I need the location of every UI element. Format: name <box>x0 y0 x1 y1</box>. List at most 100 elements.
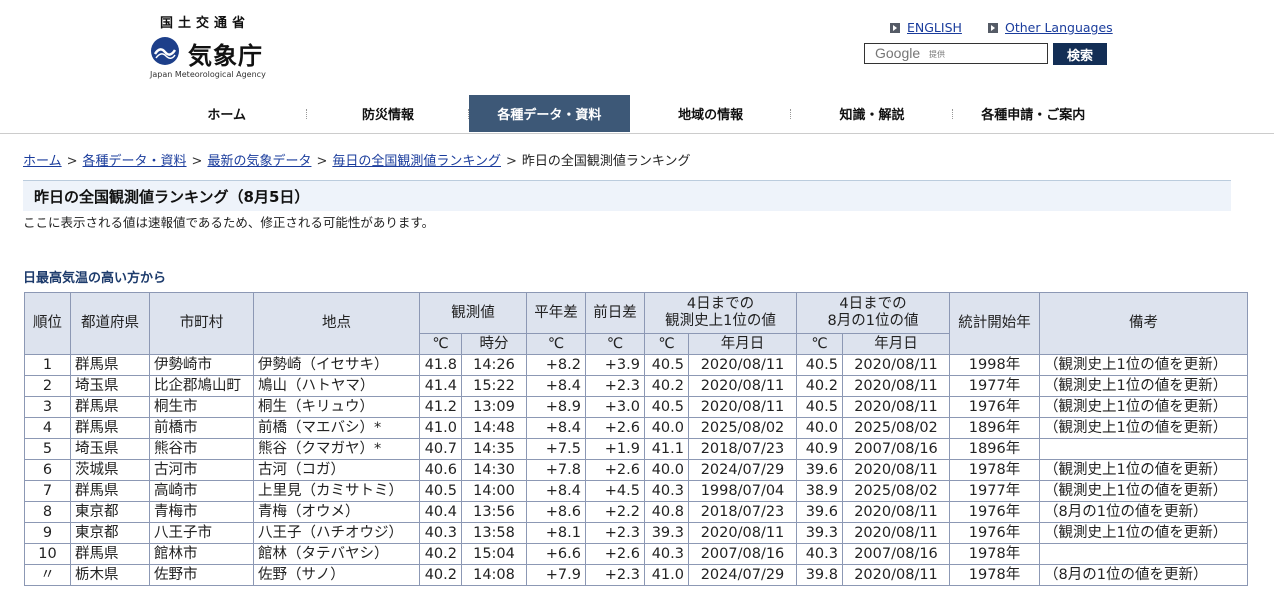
cell-remarks: （8月の1位の値を更新） <box>1039 564 1248 586</box>
cell-record-august-date: 2025/08/02 <box>842 480 950 502</box>
nav-applications[interactable]: 各種申請・ご案内 <box>953 95 1114 132</box>
agency-logo-text[interactable]: 気象庁 <box>188 36 263 71</box>
table-row: 1 群馬県 伊勢崎市 伊勢崎（イセサキ） 41.8 14:26 +8.2 +3.9 40.5 20… <box>24 354 1248 376</box>
cell-prev-diff: +2.2 <box>585 501 645 523</box>
header-prefecture: 都道府県 <box>70 292 150 355</box>
cell-record-all: 40.2 <box>644 375 689 397</box>
section-title: 日最高気温の高い方から <box>23 271 167 286</box>
other-languages-link-container: Other Languages <box>988 20 1113 35</box>
cell-normal-diff: +8.4 <box>526 417 586 439</box>
cell-prev-diff: +2.6 <box>585 543 645 565</box>
cell-prev-diff: +2.3 <box>585 564 645 586</box>
cell-record-all: 40.3 <box>644 543 689 565</box>
arrow-icon <box>890 22 900 33</box>
cell-start-year: 1977年 <box>949 375 1040 397</box>
breadcrumb-daily-ranking[interactable]: 毎日の全国観測値ランキング <box>332 154 501 169</box>
cell-city: 高崎市 <box>149 480 254 502</box>
subheader-time: 時分 <box>461 333 527 355</box>
header-record-august: 4日までの 8月の1位の値 <box>796 292 950 334</box>
cell-record-all: 41.1 <box>644 438 689 460</box>
nav-home[interactable]: ホーム <box>146 95 308 132</box>
cell-start-year: 1976年 <box>949 396 1040 418</box>
cell-prev-diff: +4.5 <box>585 480 645 502</box>
cell-remarks: （観測史上1位の値を更新） <box>1039 459 1248 481</box>
nav-data[interactable]: 各種データ・資料 <box>468 95 630 132</box>
breadcrumb-latest-weather[interactable]: 最新の気象データ <box>207 154 311 169</box>
cell-point: 館林（タテバヤシ） <box>253 543 420 565</box>
breadcrumb-home[interactable]: ホーム <box>23 154 62 169</box>
cell-start-year: 1896年 <box>949 417 1040 439</box>
cell-record-august: 40.0 <box>796 417 843 439</box>
cell-prev-diff: +2.3 <box>585 522 645 544</box>
table-row: 10 群馬県 館林市 館林（タテバヤシ） 40.2 15:04 +6.6 +2.6 40.3 20… <box>24 543 1248 565</box>
header-observed: 観測値 <box>419 292 527 334</box>
search-button[interactable]: 検索 <box>1053 43 1107 65</box>
cell-record-all: 40.3 <box>644 480 689 502</box>
cell-prefecture: 東京都 <box>70 522 150 544</box>
cell-record-august-date: 2020/08/11 <box>842 396 950 418</box>
cell-point: 伊勢崎（イセサキ） <box>253 354 420 376</box>
cell-record-all-date: 2007/08/16 <box>688 543 797 565</box>
cell-prev-diff: +2.6 <box>585 417 645 439</box>
cell-temp: 40.2 <box>419 564 462 586</box>
search-input[interactable]: Google 提供 <box>864 43 1048 64</box>
cell-city: 伊勢崎市 <box>149 354 254 376</box>
cell-start-year: 1976年 <box>949 501 1040 523</box>
cell-rank: 5 <box>24 438 71 460</box>
title-bar: 昨日の全国観測値ランキング（8月5日） <box>23 180 1231 211</box>
notice-text: ここに表示される値は速報値であるため、修正される可能性があります。 <box>23 215 435 230</box>
cell-prefecture: 埼玉県 <box>70 438 150 460</box>
nav-disaster-info[interactable]: 防災情報 <box>307 95 469 132</box>
cell-city: 前橋市 <box>149 417 254 439</box>
table-row: 4 群馬県 前橋市 前橋（マエバシ）* 41.0 14:48 +8.4 +2.6 40.0 202… <box>24 417 1248 439</box>
cell-record-all: 40.5 <box>644 396 689 418</box>
nav-knowledge[interactable]: 知識・解説 <box>791 95 953 132</box>
ranking-table: 順位 都道府県 市町村 地点 観測値 平年差 前日差 4日までの 観測史上1位の値… <box>24 292 1248 586</box>
cell-remarks: （観測史上1位の値を更新） <box>1039 375 1248 397</box>
subheader-deg: ℃ <box>644 333 689 355</box>
cell-prev-diff: +2.3 <box>585 375 645 397</box>
cell-remarks <box>1039 543 1248 565</box>
cell-normal-diff: +8.1 <box>526 522 586 544</box>
cell-record-august: 40.9 <box>796 438 843 460</box>
cell-normal-diff: +8.2 <box>526 354 586 376</box>
cell-temp: 40.4 <box>419 501 462 523</box>
cell-temp: 40.6 <box>419 459 462 481</box>
header-rank: 順位 <box>24 292 71 355</box>
cell-record-august-date: 2025/08/02 <box>842 417 950 439</box>
cell-temp: 41.2 <box>419 396 462 418</box>
cell-prefecture: 埼玉県 <box>70 375 150 397</box>
cell-rank: 1 <box>24 354 71 376</box>
cell-time: 14:08 <box>461 564 527 586</box>
cell-temp: 41.0 <box>419 417 462 439</box>
jma-logo-icon[interactable] <box>150 36 180 66</box>
english-link[interactable]: ENGLISH <box>907 20 962 35</box>
cell-start-year: 1998年 <box>949 354 1040 376</box>
table-row: 7 群馬県 高崎市 上里見（カミサトミ） 40.5 14:00 +8.4 +4.5 40.3 19… <box>24 480 1248 502</box>
breadcrumb: ホーム > 各種データ・資料 > 最新の気象データ > 毎日の全国観測値ランキング > 昨日の全… <box>23 154 691 169</box>
cell-remarks: （8月の1位の値を更新） <box>1039 501 1248 523</box>
cell-normal-diff: +8.6 <box>526 501 586 523</box>
cell-record-august: 40.5 <box>796 396 843 418</box>
nav-regional-info[interactable]: 地域の情報 <box>630 95 792 132</box>
cell-time: 13:56 <box>461 501 527 523</box>
ranking-body: 1 群馬県 伊勢崎市 伊勢崎（イセサキ） 41.8 14:26 +8.2 +3.9 40.5 20… <box>24 354 1248 586</box>
cell-city: 館林市 <box>149 543 254 565</box>
cell-city: 古河市 <box>149 459 254 481</box>
cell-time: 14:26 <box>461 354 527 376</box>
cell-record-august-date: 2020/08/11 <box>842 354 950 376</box>
site-header: 国土交通省 気象庁 Japan Meteorological Agency EN… <box>0 0 1274 94</box>
cell-time: 14:30 <box>461 459 527 481</box>
cell-temp: 41.4 <box>419 375 462 397</box>
cell-city: 比企郡鳩山町 <box>149 375 254 397</box>
ministry-logo-text: 国土交通省 <box>160 16 251 31</box>
cell-time: 15:22 <box>461 375 527 397</box>
cell-record-august: 39.6 <box>796 459 843 481</box>
header-row: 順位 都道府県 市町村 地点 観測値 平年差 前日差 4日までの 観測史上1位の値… <box>24 292 1248 355</box>
cell-city: 熊谷市 <box>149 438 254 460</box>
cell-record-august-date: 2020/08/11 <box>842 501 950 523</box>
breadcrumb-data[interactable]: 各種データ・資料 <box>83 154 187 169</box>
cell-remarks: （観測史上1位の値を更新） <box>1039 354 1248 376</box>
other-languages-link[interactable]: Other Languages <box>1005 20 1113 35</box>
cell-time: 15:04 <box>461 543 527 565</box>
